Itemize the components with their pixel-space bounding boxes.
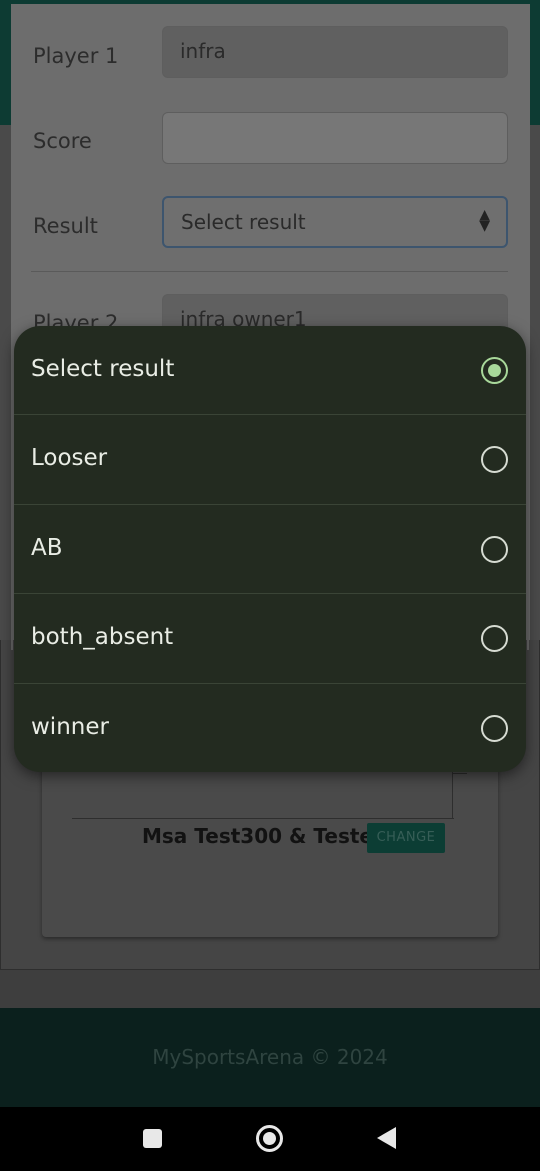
player1-field: infra (162, 26, 508, 78)
bracket-tick (452, 773, 467, 774)
score-input[interactable] (162, 112, 508, 164)
option-label: AB (31, 534, 63, 561)
scroll-edge-right (527, 400, 529, 650)
change-button[interactable]: CHANGE (367, 823, 445, 853)
updown-chevron-icon: ▲ ▼ (479, 207, 490, 234)
back-triangle-icon[interactable] (377, 1127, 396, 1149)
score-label: Score (33, 129, 92, 153)
radio-unchecked-icon[interactable] (481, 535, 508, 563)
scroll-edge-left (11, 400, 13, 650)
bracket-baseline (72, 818, 454, 819)
screen: Player 1 infra Score Result Select resul… (0, 0, 540, 1171)
option-winner[interactable]: winner (14, 684, 526, 772)
option-select-result[interactable]: Select result (14, 326, 526, 416)
option-looser[interactable]: Looser (14, 415, 526, 505)
result-picker-dialog: Select result Looser AB both_absent winn… (14, 326, 526, 772)
radio-unchecked-icon[interactable] (481, 625, 508, 653)
result-select[interactable]: Select result ▲ ▼ (162, 196, 508, 248)
footer-copyright: MySportsArena © 2024 (152, 1045, 388, 1069)
page-gap (0, 970, 540, 1008)
option-both-absent[interactable]: both_absent (14, 594, 526, 684)
option-label: both_absent (31, 624, 174, 651)
radio-unchecked-icon[interactable] (481, 714, 508, 742)
option-label: Select result (31, 356, 175, 382)
result-select-value: Select result (181, 210, 306, 234)
option-label: winner (31, 713, 109, 740)
team-name: Msa Test300 & Tester (142, 824, 383, 848)
player1-value: infra (180, 39, 226, 63)
form-divider (31, 271, 508, 272)
radio-checked-icon[interactable] (481, 357, 508, 384)
option-label: Looser (31, 445, 108, 472)
player1-label: Player 1 (33, 44, 119, 68)
home-circle-icon[interactable] (256, 1125, 283, 1152)
option-ab[interactable]: AB (14, 505, 526, 595)
radio-unchecked-icon[interactable] (481, 446, 508, 474)
square-icon[interactable] (143, 1129, 162, 1148)
result-label: Result (33, 214, 98, 238)
